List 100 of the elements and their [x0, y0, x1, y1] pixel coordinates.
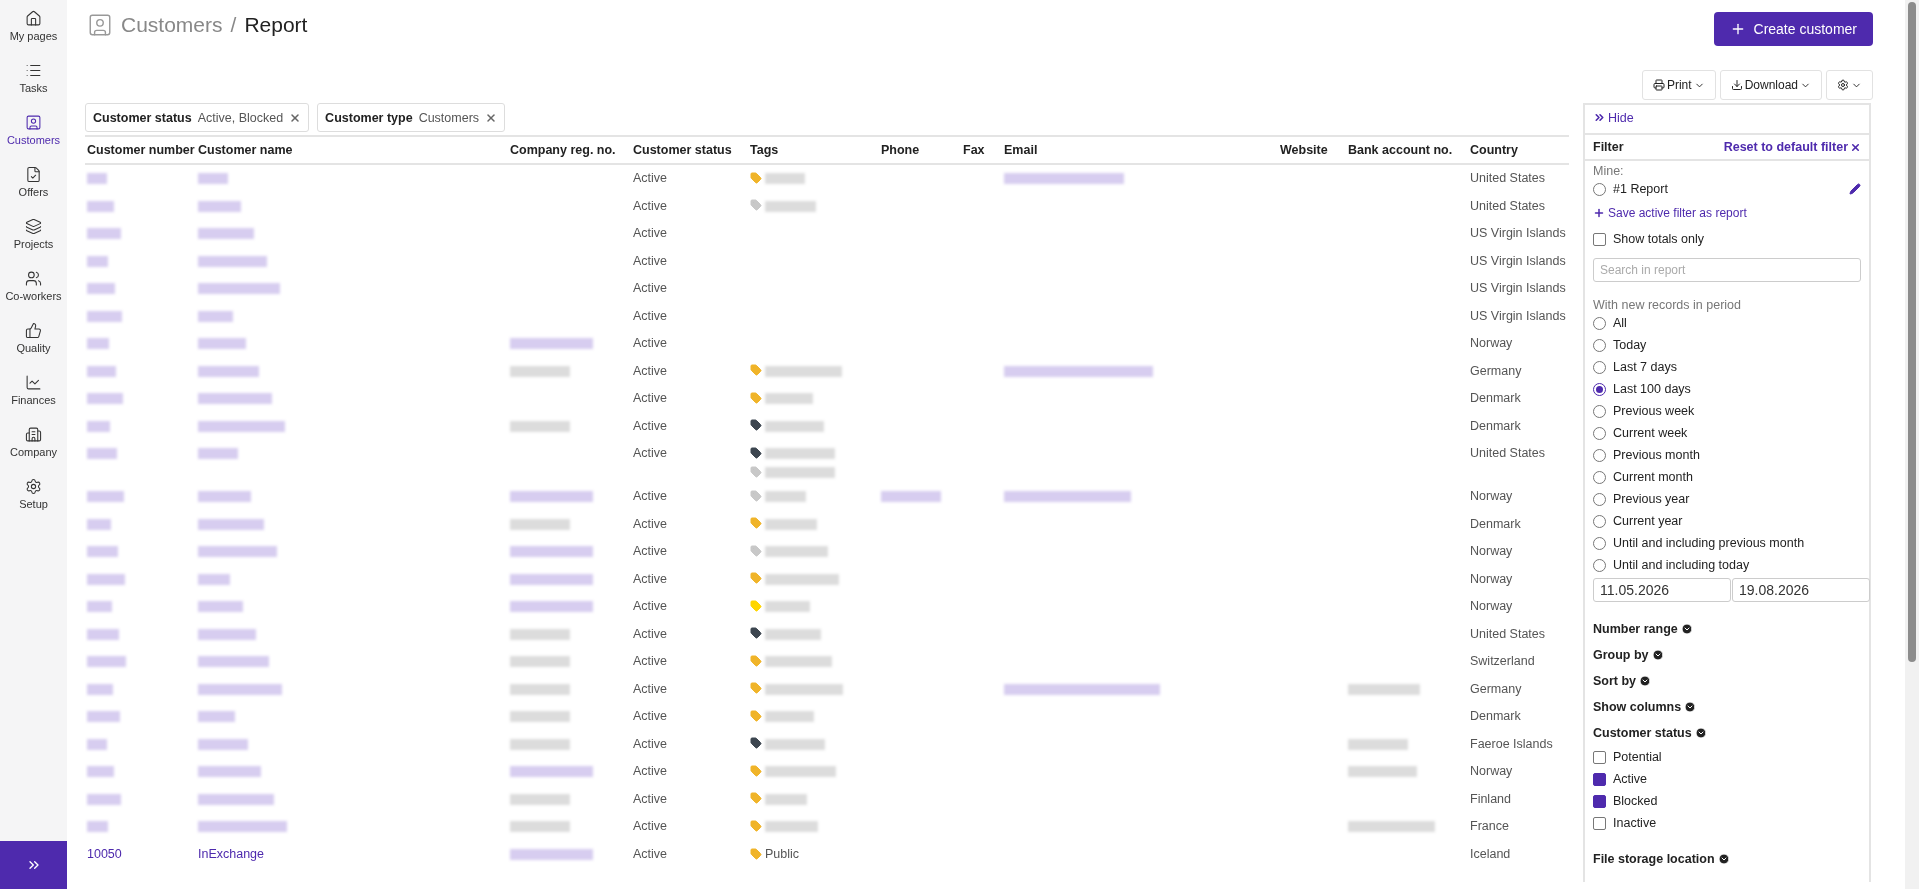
nav-icon — [25, 270, 42, 287]
blurred-text — [765, 766, 836, 777]
nav-icon — [25, 218, 42, 235]
sidebar-item[interactable]: Customers — [0, 114, 67, 163]
status-text: Active — [633, 336, 669, 350]
column-header[interactable]: Bank account no. — [1346, 137, 1468, 165]
column-header[interactable]: Website — [1278, 137, 1346, 165]
print-button[interactable]: Print — [1641, 70, 1716, 100]
column-header[interactable]: Customer number — [85, 137, 196, 165]
customer-card-icon — [87, 12, 113, 38]
customer-number[interactable]: 10050 — [87, 846, 194, 861]
plus-icon — [1593, 207, 1605, 219]
blurred-text — [198, 365, 259, 377]
settings-button[interactable] — [1826, 70, 1873, 100]
section-toggle[interactable]: Customer status — [1593, 720, 1861, 746]
period-option[interactable]: Last 100 days — [1593, 378, 1861, 400]
status-text: Active — [633, 654, 669, 668]
reset-filter-link[interactable]: Reset to default filter — [1723, 140, 1861, 154]
printer-icon — [1652, 79, 1665, 91]
period-option[interactable]: Today — [1593, 334, 1861, 356]
sidebar-item[interactable]: My pages — [0, 10, 67, 59]
blurred-text — [1348, 738, 1408, 750]
column-header[interactable]: Company reg. no. — [508, 137, 631, 165]
country-text: Denmark — [1470, 418, 1522, 433]
breadcrumb-link[interactable]: Customers — [121, 13, 223, 37]
chevron-icon — [1639, 675, 1652, 687]
sidebar-item[interactable]: Projects — [0, 218, 67, 267]
period-option[interactable]: Until and including today — [1593, 554, 1861, 576]
column-header[interactable]: Fax — [961, 137, 1002, 165]
country-text: Switzerland — [1470, 654, 1536, 668]
sidebar-item[interactable]: Offers — [0, 166, 67, 215]
blurred-text — [765, 711, 814, 722]
period-option[interactable]: Previous month — [1593, 444, 1861, 466]
status-checkbox[interactable]: Active — [1593, 768, 1861, 790]
section-toggle[interactable]: Group by — [1593, 642, 1861, 668]
blurred-text — [765, 793, 807, 805]
blurred-text — [198, 711, 235, 722]
status-checkbox[interactable]: Inactive — [1593, 812, 1861, 834]
section-toggle[interactable]: File storage location — [1593, 846, 1861, 872]
period-option[interactable]: Current month — [1593, 466, 1861, 488]
blurred-text — [765, 200, 816, 212]
remove-icon[interactable] — [485, 111, 498, 124]
status-text: Active — [633, 544, 669, 558]
section-toggle[interactable]: Sort by — [1593, 668, 1861, 694]
status-checkbox[interactable]: Potential — [1593, 746, 1861, 768]
sidebar-item[interactable]: Setup — [0, 478, 67, 527]
column-header[interactable]: Email — [1002, 137, 1278, 165]
period-option[interactable]: Until and including previous month — [1593, 532, 1861, 554]
sidebar-item[interactable]: Quality — [0, 322, 67, 371]
blurred-text — [198, 200, 241, 212]
status-text: Active — [633, 253, 669, 268]
save-filter-link[interactable]: Save active filter as report — [1593, 206, 1861, 220]
status-text: Active — [633, 198, 669, 213]
chip-value: Active, Blocked — [197, 110, 284, 125]
remove-icon[interactable] — [289, 111, 302, 124]
blurred-text — [87, 711, 120, 722]
hide-link[interactable]: Hide — [1593, 110, 1634, 125]
country-text: United States — [1470, 446, 1547, 460]
report-option[interactable]: #1 Report — [1593, 178, 1668, 200]
blurred-text — [198, 448, 238, 459]
create-customer-button[interactable]: Create customer — [1713, 12, 1873, 46]
column-header[interactable]: Country — [1468, 137, 1569, 165]
blurred-text — [765, 546, 828, 557]
date-from-field[interactable]: 11.05.2026 — [1593, 578, 1731, 602]
blurred-text — [765, 518, 817, 530]
customer-name[interactable]: InExchange — [198, 846, 506, 861]
section-toggle[interactable]: Number range — [1593, 616, 1861, 642]
chevron-icon — [1651, 649, 1664, 661]
sidebar-item[interactable]: Tasks — [0, 62, 67, 111]
country-text: Denmark — [1470, 516, 1522, 531]
search-field[interactable]: Search in report — [1593, 258, 1861, 282]
blurred-text — [87, 601, 112, 612]
blurred-text — [198, 656, 269, 667]
country-text: Iceland — [1470, 846, 1512, 861]
column-header[interactable]: Phone — [879, 137, 961, 165]
period-option[interactable]: Last 7 days — [1593, 356, 1861, 378]
date-to-field[interactable]: 19.08.2026 — [1732, 578, 1870, 602]
column-header[interactable]: Customer name — [196, 137, 508, 165]
period-option[interactable]: Previous week — [1593, 400, 1861, 422]
mine-label: Mine: — [1593, 164, 1625, 178]
period-option[interactable]: Current year — [1593, 510, 1861, 532]
column-header[interactable]: Tags — [748, 137, 879, 165]
download-button[interactable]: Download — [1719, 70, 1822, 100]
nav-icon — [25, 426, 42, 443]
period-label: With new records in period — [1593, 298, 1742, 312]
period-option[interactable]: Previous year — [1593, 488, 1861, 510]
sidebar-item[interactable]: Co-workers — [0, 270, 67, 319]
status-checkbox[interactable]: Blocked — [1593, 790, 1861, 812]
sidebar-item[interactable]: Company — [0, 426, 67, 475]
country-text: France — [1470, 819, 1510, 833]
period-option[interactable]: All — [1593, 312, 1861, 334]
show-totals-checkbox[interactable]: Show totals only — [1593, 228, 1861, 250]
country-text: Norway — [1470, 764, 1514, 778]
period-option[interactable]: Current week — [1593, 422, 1861, 444]
edit-icon[interactable] — [1849, 183, 1861, 195]
nav-icon — [25, 10, 42, 27]
status-text: Active — [633, 681, 669, 696]
sidebar-item[interactable]: Finances — [0, 374, 67, 423]
column-header[interactable]: Customer status — [631, 137, 748, 165]
section-toggle[interactable]: Show columns — [1593, 694, 1861, 720]
